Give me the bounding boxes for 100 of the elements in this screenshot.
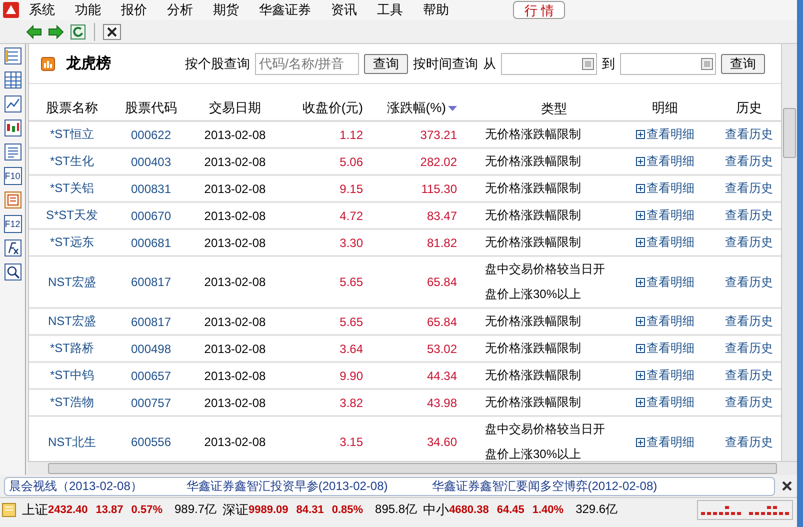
back-arrow-icon[interactable] [26, 24, 42, 38]
app-icon[interactable] [2, 1, 20, 19]
function-key-button[interactable]: F12 [4, 215, 22, 233]
view-history-link[interactable]: 查看历史 [725, 314, 773, 328]
menu-item[interactable]: 分析 [158, 1, 204, 19]
horizontal-scrollbar[interactable] [28, 461, 797, 475]
expand-icon[interactable] [636, 344, 644, 353]
view-detail-link[interactable]: 查看明细 [636, 207, 694, 224]
stock-name-link[interactable]: NST北生 [29, 434, 115, 450]
stock-name-link[interactable]: S*ST天发 [29, 207, 115, 224]
stock-code-link[interactable]: 600556 [115, 435, 187, 449]
forward-arrow-icon[interactable] [48, 24, 64, 38]
expand-icon[interactable] [636, 238, 644, 247]
column-header[interactable]: 股票代码 [115, 99, 187, 117]
calendar-icon[interactable] [701, 58, 713, 70]
stock-name-link[interactable]: *ST关铝 [29, 180, 115, 197]
stock-code-link[interactable]: 000681 [115, 236, 187, 250]
stock-code-link[interactable]: 000831 [115, 182, 187, 196]
quote-button[interactable]: 行 情 [513, 1, 565, 19]
view-history-link[interactable]: 查看历史 [725, 235, 773, 249]
expand-icon[interactable] [636, 398, 644, 407]
view-detail-link[interactable]: 查看明细 [636, 180, 694, 197]
end-date-field[interactable] [620, 52, 716, 74]
expand-icon[interactable] [636, 438, 644, 446]
view-detail-link[interactable]: 查看明细 [636, 367, 694, 384]
candlestick-icon[interactable] [4, 119, 22, 137]
menu-item[interactable]: 帮助 [414, 1, 460, 19]
view-detail-link[interactable]: 查看明细 [636, 394, 694, 411]
view-history-link[interactable]: 查看历史 [725, 395, 773, 409]
formula-icon[interactable] [4, 239, 22, 257]
menu-item[interactable]: 期货 [204, 1, 250, 19]
stock-code-link[interactable]: 000657 [115, 368, 187, 382]
start-date-field[interactable] [501, 52, 597, 74]
menu-item[interactable]: 资讯 [322, 1, 368, 19]
stock-search-field[interactable]: 代码/名称/拼音 [255, 52, 359, 74]
query-button[interactable]: 查询 [721, 54, 765, 74]
stock-name-link[interactable]: *ST生化 [29, 153, 115, 170]
column-header[interactable]: 交易日期 [187, 99, 283, 117]
expand-icon[interactable] [636, 157, 644, 166]
stock-name-link[interactable]: *ST远东 [29, 234, 115, 251]
stock-code-link[interactable]: 000498 [115, 342, 187, 356]
stock-code-link[interactable]: 600817 [115, 314, 187, 328]
vertical-scrollbar[interactable] [781, 44, 797, 461]
list-icon[interactable] [4, 47, 22, 65]
stock-code-link[interactable]: 000403 [115, 154, 187, 168]
expand-icon[interactable] [636, 211, 644, 220]
view-detail-link[interactable]: 查看明细 [636, 126, 694, 143]
news-link[interactable]: 华鑫证券鑫智汇要闻多空博弈(2012-02-08) [432, 478, 658, 494]
column-header[interactable]: 股票名称 [29, 99, 115, 117]
view-detail-link[interactable]: 查看明细 [636, 274, 694, 290]
expand-icon[interactable] [636, 130, 644, 139]
stock-code-link[interactable]: 600817 [115, 275, 187, 289]
view-detail-link[interactable]: 查看明细 [636, 434, 694, 450]
stock-name-link[interactable]: NST宏盛 [29, 274, 115, 290]
stock-name-link[interactable]: *ST浩物 [29, 394, 115, 411]
expand-icon[interactable] [636, 371, 644, 380]
function-key-button[interactable]: F10 [4, 167, 22, 185]
column-header[interactable]: 明细 [611, 99, 719, 117]
stock-code-link[interactable]: 000670 [115, 208, 187, 222]
view-history-link[interactable]: 查看历史 [725, 181, 773, 195]
expand-icon[interactable] [636, 278, 644, 286]
document-icon[interactable] [4, 143, 22, 161]
stock-name-link[interactable]: NST宏盛 [29, 313, 115, 330]
table-icon[interactable] [4, 71, 22, 89]
expand-icon[interactable] [636, 317, 644, 326]
view-detail-link[interactable]: 查看明细 [636, 340, 694, 357]
query-button[interactable]: 查询 [364, 54, 408, 74]
view-history-link[interactable]: 查看历史 [725, 127, 773, 141]
menu-item[interactable]: 华鑫证券 [250, 1, 322, 19]
report-icon[interactable] [4, 191, 22, 209]
expand-icon[interactable] [636, 184, 644, 193]
menu-item[interactable]: 工具 [368, 1, 414, 19]
view-detail-link[interactable]: 查看明细 [636, 153, 694, 170]
view-history-link[interactable]: 查看历史 [725, 274, 773, 288]
column-header[interactable]: 历史 [719, 99, 779, 117]
view-detail-link[interactable]: 查看明细 [636, 234, 694, 251]
menu-item[interactable]: 系统 [20, 1, 66, 19]
line-chart-icon[interactable] [4, 95, 22, 113]
column-header[interactable]: 收盘价(元) [283, 99, 367, 117]
stock-code-link[interactable]: 000622 [115, 128, 187, 142]
menu-item[interactable]: 报价 [112, 1, 158, 19]
stock-code-link[interactable]: 000757 [115, 396, 187, 410]
view-history-link[interactable]: 查看历史 [725, 154, 773, 168]
view-detail-link[interactable]: 查看明细 [636, 313, 694, 330]
view-history-link[interactable]: 查看历史 [725, 208, 773, 222]
refresh-icon[interactable] [70, 24, 86, 40]
news-link[interactable]: 华鑫证券鑫智汇投资早参(2013-02-08) [186, 478, 388, 494]
stock-name-link[interactable]: *ST路桥 [29, 340, 115, 357]
news-link[interactable]: 晨会视线（2013-02-08） [9, 478, 142, 494]
column-header[interactable]: 涨跌幅(%) [367, 99, 461, 117]
stock-name-link[interactable]: *ST恒立 [29, 126, 115, 143]
view-history-link[interactable]: 查看历史 [725, 434, 773, 448]
view-history-link[interactable]: 查看历史 [725, 341, 773, 355]
column-header[interactable]: 类型 [461, 96, 611, 120]
calendar-icon[interactable] [582, 58, 594, 70]
stock-name-link[interactable]: *ST中钨 [29, 367, 115, 384]
close-icon[interactable] [103, 24, 121, 40]
view-history-link[interactable]: 查看历史 [725, 368, 773, 382]
close-icon[interactable] [781, 480, 793, 492]
menu-item[interactable]: 功能 [66, 1, 112, 19]
